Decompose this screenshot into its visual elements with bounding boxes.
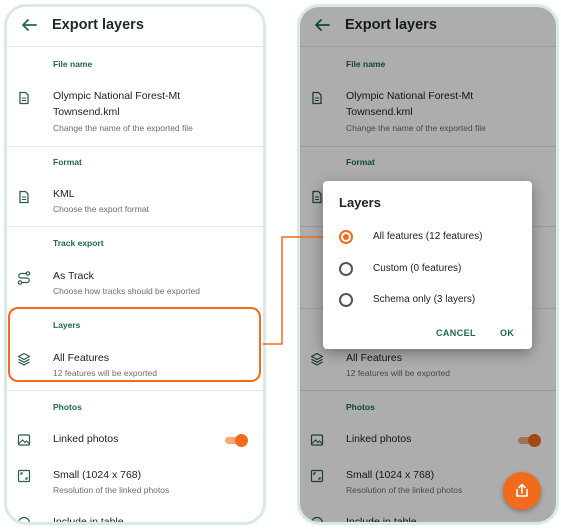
- radio-unselected-icon: [339, 293, 353, 307]
- radio-label: Schema only (3 layers): [373, 294, 476, 305]
- photo-size-subtitle: Resolution of the linked photos: [53, 485, 170, 495]
- screenshot: Export layers File name Olympic National…: [0, 0, 561, 529]
- info-icon: [17, 516, 31, 522]
- file-name-line1: Olympic National Forest-Mt: [53, 90, 181, 102]
- file-name-line2: Townsend.kml: [53, 106, 120, 118]
- file-icon: [19, 190, 29, 204]
- radio-selected-icon: [339, 230, 353, 244]
- track-subtitle: Choose how tracks should be exported: [53, 286, 200, 296]
- file-icon: [19, 91, 29, 105]
- arrow-left-icon[interactable]: [19, 15, 39, 35]
- ok-button[interactable]: OK: [500, 328, 514, 338]
- image-icon: [17, 434, 31, 446]
- format-subtitle: Choose the export format: [53, 204, 149, 214]
- section-track-export: Track export: [53, 238, 104, 248]
- section-format: Format: [53, 157, 82, 167]
- track-title: As Track: [53, 270, 94, 282]
- toggle-knob: [235, 434, 248, 447]
- radio-schema-only[interactable]: Schema only (3 layers): [339, 292, 524, 310]
- radio-all-features[interactable]: All features (12 features): [339, 229, 524, 247]
- radio-label: Custom (0 features): [373, 263, 462, 274]
- route-icon: [17, 271, 31, 285]
- section-file-name: File name: [53, 59, 93, 69]
- file-name-subtitle: Change the name of the exported file: [53, 123, 193, 133]
- share-icon: [516, 483, 528, 497]
- dialog-title: Layers: [339, 195, 381, 210]
- divider: [7, 390, 263, 391]
- format-title: KML: [53, 188, 75, 200]
- include-in-table-label[interactable]: Include in table: [53, 515, 124, 522]
- app-bar: Export layers: [7, 7, 263, 47]
- radio-label: All features (12 features): [373, 231, 483, 242]
- photo-size-title: Small (1024 x 768): [53, 469, 142, 481]
- radio-custom[interactable]: Custom (0 features): [339, 261, 524, 279]
- linked-photos-toggle[interactable]: [225, 434, 248, 447]
- divider: [7, 146, 263, 147]
- layers-dialog: Layers All features (12 features) Custom…: [323, 181, 532, 349]
- section-photos: Photos: [53, 402, 82, 412]
- cancel-button[interactable]: CANCEL: [436, 328, 476, 338]
- linked-photos-label: Linked photos: [53, 433, 119, 445]
- share-button[interactable]: [503, 472, 541, 510]
- page-title: Export layers: [52, 17, 144, 33]
- phone-left: Export layers File name Olympic National…: [4, 4, 266, 525]
- resize-icon: [17, 469, 31, 483]
- divider: [7, 226, 263, 227]
- layers-row-highlight: [8, 307, 261, 382]
- radio-unselected-icon: [339, 262, 353, 276]
